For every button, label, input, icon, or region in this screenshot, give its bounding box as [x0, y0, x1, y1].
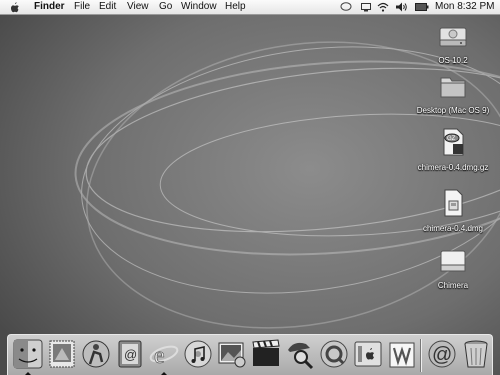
desktop-icon-label: Chimera — [437, 281, 469, 290]
svg-text:@: @ — [124, 347, 137, 362]
address-book-icon[interactable]: @ — [114, 338, 146, 370]
iphoto-icon[interactable] — [216, 338, 248, 370]
gzip-archive-icon: GZ — [443, 128, 464, 156]
menu-go[interactable]: Go — [159, 0, 172, 14]
hard-drive-icon — [439, 27, 467, 47]
desktop-icon-chimera[interactable]: Chimera — [405, 245, 500, 293]
menu-view[interactable]: View — [127, 0, 149, 14]
menu-finder[interactable]: Finder — [34, 0, 65, 14]
text-edit-icon[interactable] — [386, 338, 418, 370]
menu-file[interactable]: File — [74, 0, 90, 14]
desktop-icon-chimera-dmg-gz[interactable]: GZ chimera-0.4.dmg.gz — [405, 127, 500, 175]
volume-icon[interactable] — [396, 2, 408, 12]
desktop-icon-desktop-mac-os-9[interactable]: Desktop (Mac OS 9) — [405, 72, 500, 118]
finder-icon[interactable] — [12, 338, 44, 370]
trash-icon[interactable] — [460, 338, 492, 370]
itunes-icon[interactable] — [182, 338, 214, 370]
desktop-icon-label: chimera-0.4.dmg.gz — [417, 163, 489, 172]
desktop-icon-chimera-dmg[interactable]: chimera-0.4.dmg — [405, 188, 500, 236]
display-icon[interactable] — [361, 3, 371, 12]
svg-text:GZ: GZ — [447, 136, 456, 142]
dock-separator — [420, 339, 422, 372]
desktop-icon-os-10-2[interactable]: OS 10.2 — [405, 22, 500, 68]
svg-text:@: @ — [432, 344, 452, 366]
folder-icon — [440, 77, 466, 98]
desktop-icon-label: OS 10.2 — [438, 56, 468, 65]
mail-stamp-icon[interactable] — [46, 338, 78, 370]
menu-window[interactable]: Window — [181, 0, 217, 14]
speech-bubble-icon[interactable] — [340, 2, 352, 12]
sherlock-icon[interactable] — [284, 338, 316, 370]
dock: @ e @ — [7, 334, 493, 375]
menu-clock[interactable]: Mon 8:32 PM — [435, 0, 494, 14]
battery-icon[interactable] — [415, 3, 429, 11]
apple-menu-icon[interactable] — [10, 2, 20, 13]
svg-text:e: e — [154, 343, 165, 369]
quicktime-icon[interactable] — [318, 338, 350, 370]
airport-signal-icon[interactable] — [377, 2, 389, 12]
disk-image-icon — [444, 189, 463, 217]
desktop-icon-label: chimera-0.4.dmg — [422, 224, 484, 233]
menu-help[interactable]: Help — [225, 0, 246, 14]
menu-edit[interactable]: Edit — [99, 0, 116, 14]
imovie-icon[interactable] — [250, 338, 282, 370]
system-preferences-icon[interactable] — [352, 338, 384, 370]
internet-explorer-icon[interactable]: e — [148, 338, 180, 370]
ichat-icon[interactable] — [80, 338, 112, 370]
mail-icon[interactable]: @ — [426, 338, 458, 370]
mounted-volume-icon — [440, 250, 466, 272]
desktop-icon-label: Desktop (Mac OS 9) — [416, 106, 490, 115]
menu-bar: Finder File Edit View Go Window Help Mon… — [0, 0, 500, 15]
